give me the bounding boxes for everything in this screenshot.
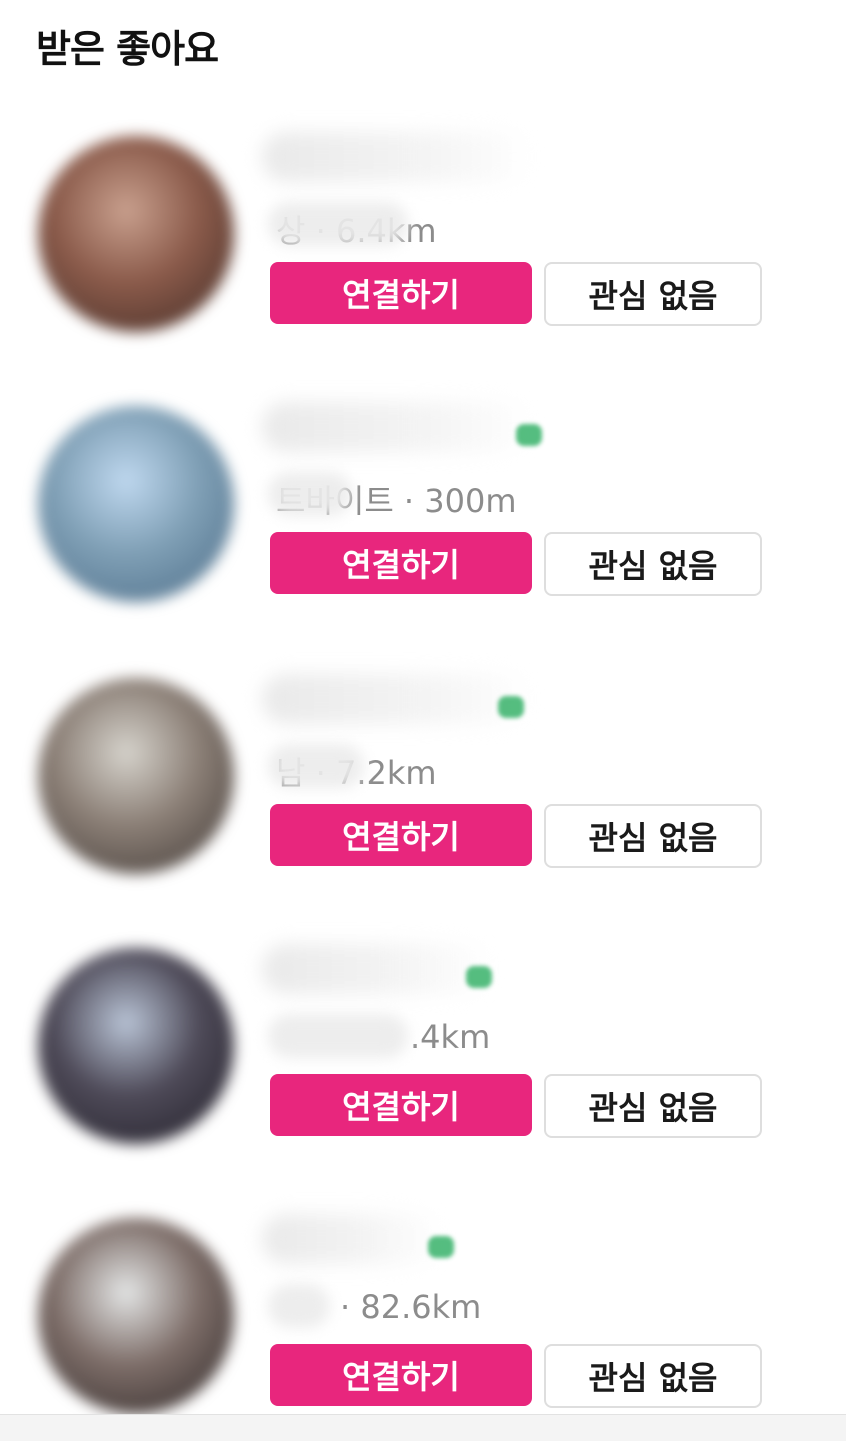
received-likes-list: 상 · 6.4km 연결하기 관심 없음 트바이트 · 300m 연결하기 관심… [0, 0, 846, 1440]
connect-button[interactable]: 연결하기 [270, 262, 532, 324]
bottom-bar [0, 1414, 846, 1441]
connect-button[interactable]: 연결하기 [270, 804, 532, 866]
not-interested-button[interactable]: 관심 없음 [544, 804, 762, 868]
connect-button[interactable]: 연결하기 [270, 1344, 532, 1406]
not-interested-button[interactable]: 관심 없음 [544, 262, 762, 326]
blurred-meta [268, 202, 408, 246]
blurred-meta [268, 472, 352, 516]
avatar[interactable] [38, 406, 234, 602]
blurred-name [262, 402, 532, 452]
list-item[interactable]: 상 · 6.4km 연결하기 관심 없음 [0, 120, 846, 360]
verified-icon [516, 424, 542, 446]
avatar[interactable] [38, 948, 234, 1144]
profile-meta: .4km [410, 1018, 491, 1056]
not-interested-button[interactable]: 관심 없음 [544, 532, 762, 596]
connect-button[interactable]: 연결하기 [270, 532, 532, 594]
verified-icon [498, 696, 524, 718]
blurred-name [262, 132, 532, 182]
blurred-name [262, 944, 492, 994]
list-item[interactable]: .4km 연결하기 관심 없음 [0, 932, 846, 1172]
verified-icon [428, 1236, 454, 1258]
profile-meta: · 82.6km [340, 1288, 482, 1326]
avatar[interactable] [38, 1218, 234, 1414]
connect-button[interactable]: 연결하기 [270, 1074, 532, 1136]
list-item[interactable]: 남 · 7.2km 연결하기 관심 없음 [0, 662, 846, 902]
blurred-meta [268, 744, 364, 788]
avatar[interactable] [38, 678, 234, 874]
blurred-name [262, 674, 532, 724]
blurred-name [262, 1214, 442, 1264]
avatar[interactable] [38, 136, 234, 332]
verified-icon [466, 966, 492, 988]
blurred-meta [268, 1014, 408, 1058]
blurred-meta [268, 1284, 330, 1328]
not-interested-button[interactable]: 관심 없음 [544, 1074, 762, 1138]
not-interested-button[interactable]: 관심 없음 [544, 1344, 762, 1408]
list-item[interactable]: 트바이트 · 300m 연결하기 관심 없음 [0, 390, 846, 630]
list-item[interactable]: · 82.6km 연결하기 관심 없음 [0, 1202, 846, 1442]
